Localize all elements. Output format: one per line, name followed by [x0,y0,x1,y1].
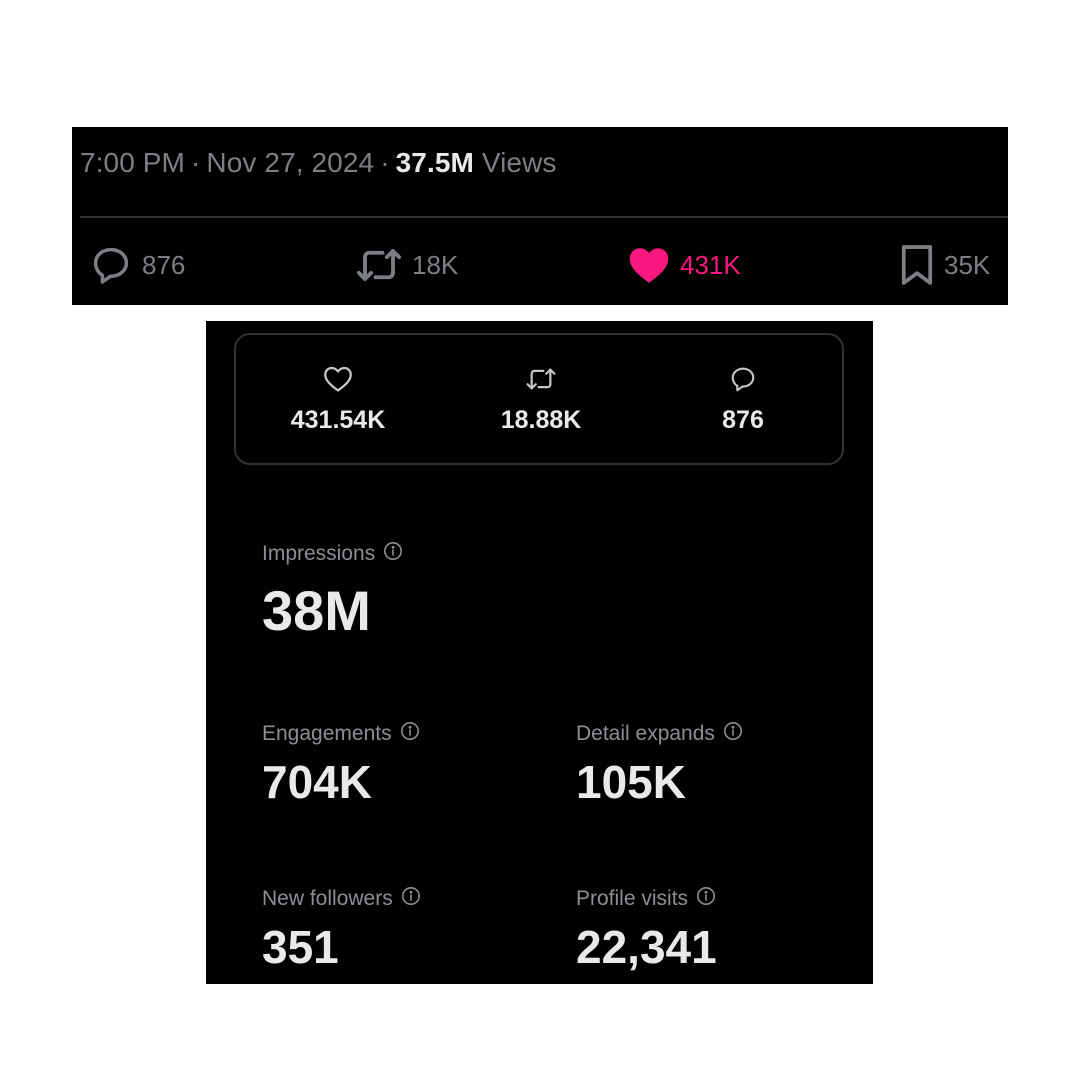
summary-likes: 431.54K [248,365,428,435]
meta-separator: · [380,147,390,178]
metric-value: 351 [262,921,339,973]
reply-button[interactable]: 876 [90,242,185,288]
metric-value: 22,341 [576,921,717,973]
metric-label: New followers [262,887,393,910]
info-icon[interactable] [383,541,403,567]
retweet-count: 18K [412,249,459,280]
info-icon[interactable] [696,886,716,912]
metric-value: 38M [262,579,371,642]
bookmark-button[interactable]: 35K [900,242,990,288]
metric-label: Engagements [262,722,392,745]
bookmark-count: 35K [944,249,991,280]
retweet-button[interactable]: 18K [356,242,458,288]
info-icon[interactable] [400,721,420,747]
metric-engagements: Engagements 704K [262,721,420,805]
summary-reposts: 18.88K [451,365,631,435]
views-label: Views [481,147,557,178]
like-button[interactable]: 431K [628,242,741,288]
reply-bubble-icon [90,244,132,286]
meta-separator: · [190,147,201,178]
metric-label: Impressions [262,542,376,565]
metric-impressions: Impressions 38M [262,541,403,639]
metric-detail-expands: Detail expands 105K [576,721,743,805]
heart-filled-icon [628,245,670,285]
retweet-icon [356,244,402,286]
info-icon[interactable] [723,721,743,747]
info-icon[interactable] [401,886,421,912]
views-count: 37.5M [395,147,474,178]
summary-reposts-value: 18.88K [500,406,582,434]
tweet-stats-strip: 7:00 PM · Nov 27, 2024 · 37.5M Views 876 18K [72,127,1008,305]
summary-replies-value: 876 [722,406,764,434]
retweet-icon [524,365,558,398]
metric-new-followers: New followers 351 [262,886,421,970]
metric-value: 105K [576,756,686,808]
post-analytics-panel: 431.54K 18.88K 876 Impressions 38M Engag… [206,321,873,984]
tweet-date[interactable]: Nov 27, 2024 [206,147,374,178]
heart-outline-icon [323,365,353,398]
tweet-meta-line: 7:00 PM · Nov 27, 2024 · 37.5M Views [80,147,557,179]
summary-likes-value: 431.54K [290,406,386,434]
reply-count: 876 [142,249,186,280]
metric-value: 704K [262,756,372,808]
metric-profile-visits: Profile visits 22,341 [576,886,717,970]
summary-replies: 876 [653,365,833,435]
engagement-summary-card: 431.54K 18.88K 876 [234,333,844,465]
divider [80,216,1008,218]
metric-label: Detail expands [576,722,715,745]
metric-label: Profile visits [576,887,689,910]
bookmark-icon [900,244,934,286]
reply-bubble-icon [728,365,758,398]
like-count: 431K [680,249,741,280]
tweet-time: 7:00 PM [80,147,185,178]
